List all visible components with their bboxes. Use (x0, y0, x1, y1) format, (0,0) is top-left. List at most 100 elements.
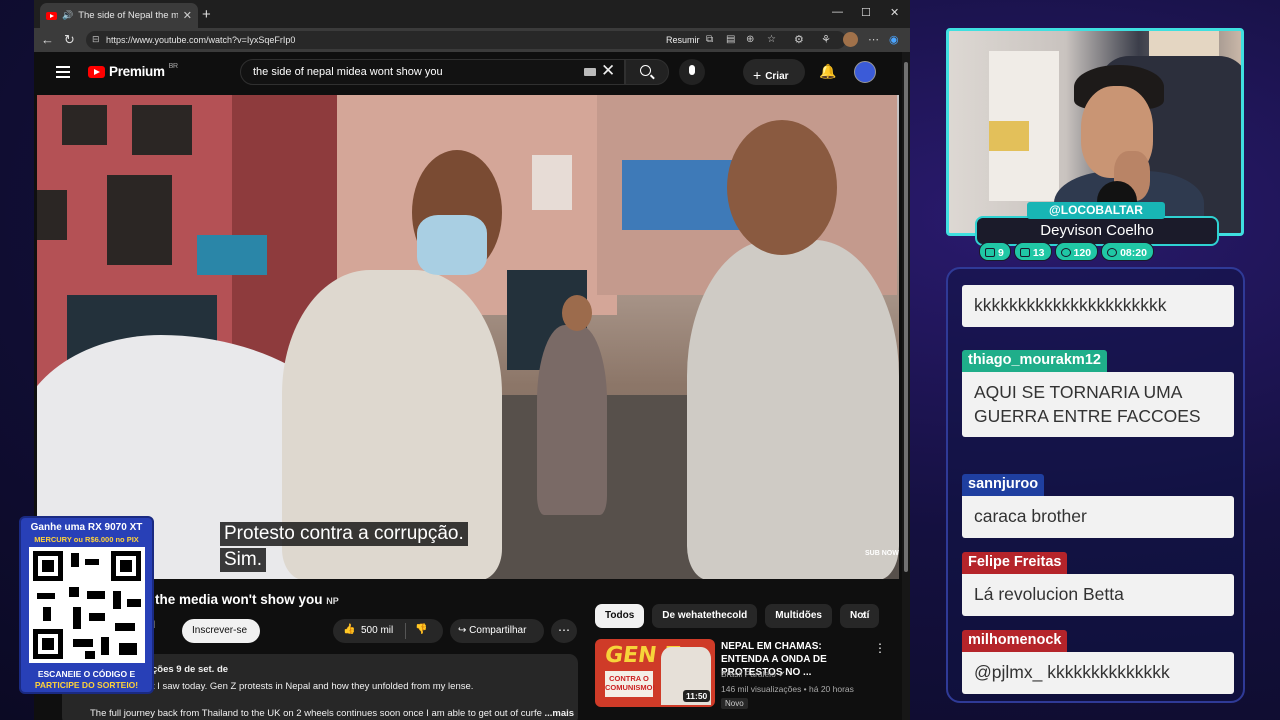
chat-username: thiago_mourakm12 (962, 350, 1107, 372)
reload-icon[interactable]: ↻ (64, 32, 75, 48)
recommended-channel[interactable]: Brasil Paralelo ✔ (721, 669, 785, 680)
youtube-icon (1019, 248, 1030, 257)
chat-username: milhomenock (962, 630, 1068, 652)
youtube-logo[interactable]: Premium BR (88, 63, 178, 79)
thumbnail-text: CONTRA O COMUNISMO! (605, 671, 655, 697)
summarize-button[interactable]: Resumir (666, 35, 700, 45)
tab-title: The side of Nepal the media (78, 10, 178, 21)
youtube-play-icon (88, 65, 105, 78)
page-scrollbar[interactable] (902, 52, 910, 720)
chat-message-text: Lá revolucion Betta (962, 574, 1234, 616)
search-button[interactable] (625, 59, 669, 85)
microphone-icon (689, 65, 695, 75)
verified-icon: ✔ (778, 669, 786, 679)
coin-icon (1060, 248, 1071, 257)
chat-message: Felipe Freitas Lá revolucion Betta (962, 552, 1234, 616)
stat-coins: 120 (1054, 242, 1099, 261)
chip-news[interactable]: Notí (839, 604, 880, 628)
zoom-icon[interactable]: ⊕ (746, 34, 754, 45)
stat-chat: 9 (979, 242, 1011, 261)
channel-watermark[interactable]: SUB NOW (865, 550, 899, 558)
voice-search-button[interactable] (679, 59, 705, 85)
new-tab-icon[interactable]: + (202, 6, 211, 23)
logo-text: Premium (109, 64, 165, 79)
back-icon[interactable]: ← (41, 32, 54, 47)
giveaway-cta: ESCANEIE O CÓDIGO E (37, 669, 136, 679)
more-actions-button[interactable]: ⋯ (551, 619, 577, 643)
youtube-favicon-icon (46, 11, 57, 20)
chip-all[interactable]: Todos (595, 604, 645, 628)
create-button[interactable]: + Criar (743, 59, 805, 85)
url-field[interactable]: ⊟ https://www.youtube.com/watch?v=IyxSqe… (86, 31, 846, 49)
favorite-star-icon[interactable]: ☆ (767, 34, 776, 45)
video-title: al the media won't show you NP (140, 592, 339, 607)
filter-chips: Todos De wehatethecold Multidões Notí (595, 604, 880, 628)
youtube-page: Premium BR the side of nepal midea wont … (34, 52, 902, 720)
chat-panel: kkkkkkkkkkkkkkkkkkkkkk thiago_mourakm12 … (946, 267, 1245, 703)
chat-message-text: @pjlmx_ kkkkkkkkkkkkkk (962, 652, 1234, 694)
clock-icon (1107, 248, 1118, 257)
create-label: Criar (765, 71, 789, 82)
browser-window: 🔊 The side of Nepal the media ✕ + — ☐ ✕ … (34, 0, 910, 720)
chat-message-text: kkkkkkkkkkkkkkkkkkkkkk (962, 285, 1234, 327)
like-count[interactable]: 500 mil (361, 625, 393, 636)
chat-message: thiago_mourakm12 AQUI SE TORNARIA UMA GU… (962, 350, 1234, 437)
copilot-icon[interactable]: ◉ (889, 33, 899, 46)
extensions-icon[interactable]: ⚙ (794, 33, 804, 46)
close-tab-icon[interactable]: ✕ (183, 9, 192, 22)
giveaway-cta: PARTICIPE DO SORTEIO! (34, 680, 139, 690)
hamburger-menu-icon[interactable] (56, 66, 70, 81)
kebab-menu-icon[interactable]: ⋮ (874, 641, 886, 655)
collections-icon[interactable]: ⚘ (821, 33, 831, 46)
minimize-icon[interactable]: — (832, 6, 843, 18)
tab-bar: 🔊 The side of Nepal the media ✕ + — ☐ ✕ (34, 0, 910, 28)
notifications-bell-icon[interactable]: 🔔 (819, 63, 836, 80)
more-menu-icon[interactable]: ⋯ (868, 33, 879, 46)
giveaway-subtitle: MERCURY ou R$6.000 no PIX (34, 535, 139, 544)
clear-search-icon[interactable]: ✕ (601, 61, 615, 81)
show-more-link[interactable]: ...mais (545, 708, 575, 719)
address-bar: ← ↻ ⊟ https://www.youtube.com/watch?v=Iy… (34, 28, 910, 52)
chip-channel[interactable]: De wehatethecold (652, 604, 758, 628)
like-dislike-group: 👍 500 mil 👎 (333, 619, 443, 643)
giveaway-title: Ganhe uma RX 9070 XT (30, 522, 143, 533)
qr-code (29, 547, 145, 663)
description-line: The full journey back from Thailand to t… (90, 708, 575, 719)
video-duration: 11:50 (683, 690, 711, 702)
subtitle-line: Sim. (220, 548, 266, 572)
reader-icon[interactable]: ▤ (726, 34, 735, 45)
browser-tab[interactable]: 🔊 The side of Nepal the media ✕ (40, 3, 198, 28)
stat-youtube: 13 (1013, 242, 1052, 261)
chat-message-text: AQUI SE TORNARIA UMA GUERRA ENTRE FACCOE… (962, 372, 1234, 437)
translate-icon[interactable]: ⧉ (706, 34, 713, 45)
streamer-nameplate: Deyvison Coelho @LOCOBALTAR 9 13 120 08:… (975, 202, 1219, 264)
description-line: t I saw today. Gen Z protests in Nepal a… (152, 681, 474, 692)
chevron-right-icon[interactable]: › (862, 608, 866, 622)
keyboard-icon[interactable] (584, 68, 596, 76)
new-badge: Novo (721, 698, 748, 709)
streamer-handle: @LOCOBALTAR (1027, 202, 1165, 219)
account-avatar[interactable] (854, 61, 876, 83)
site-info-icon[interactable]: ⊟ (92, 34, 100, 45)
search-input[interactable]: the side of nepal midea wont show you (240, 59, 625, 85)
url-text: https://www.youtube.com/watch?v=IyxSqeFr… (106, 35, 296, 45)
recommended-views: 146 mil visualizações • há 20 horas (721, 684, 854, 694)
stream-stats: 9 13 120 08:20 (979, 242, 1154, 261)
speaker-icon[interactable]: 🔊 (62, 10, 73, 21)
thumbs-down-icon[interactable]: 👎 (415, 624, 427, 635)
plus-icon: + (753, 67, 762, 83)
share-icon: ↪ (458, 625, 470, 636)
profile-avatar[interactable] (843, 32, 858, 47)
chat-username: Felipe Freitas (962, 552, 1068, 574)
chat-icon (985, 248, 995, 257)
thumbs-up-icon[interactable]: 👍 (343, 624, 355, 635)
chat-message: milhomenock @pjlmx_ kkkkkkkkkkkkkk (962, 630, 1234, 694)
maximize-icon[interactable]: ☐ (861, 6, 871, 19)
search-icon (640, 65, 651, 76)
share-button[interactable]: ↪ Compartilhar (450, 619, 544, 643)
video-player[interactable]: Protesto contra a corrupção. Sim. SUB NO… (37, 95, 899, 579)
chip-crowds[interactable]: Multidões (765, 604, 832, 628)
close-window-icon[interactable]: ✕ (890, 6, 899, 19)
subscribe-button[interactable]: Inscrever-se (182, 619, 260, 643)
description-meta: ções 9 de set. de (152, 664, 229, 675)
